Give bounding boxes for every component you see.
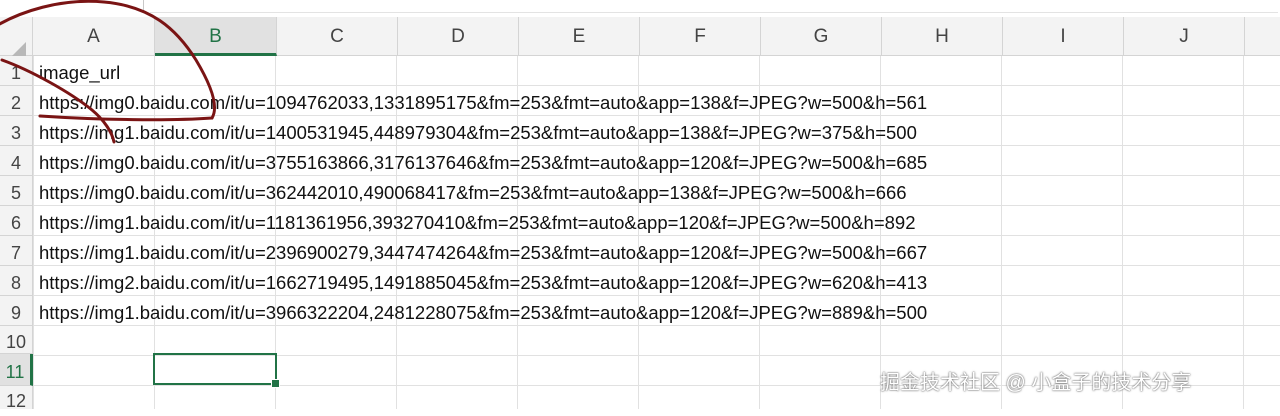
cell-a2[interactable]: https://img0.baidu.com/it/u=1094762033,1… [39,88,927,117]
cell-a1[interactable]: image_url [39,58,120,87]
row-header-8[interactable]: 8 [0,266,33,296]
row-header-9[interactable]: 9 [0,296,33,326]
active-cell-b11[interactable] [153,353,277,385]
cell-a3[interactable]: https://img1.baidu.com/it/u=1400531945,4… [39,118,917,147]
cell-a8[interactable]: https://img2.baidu.com/it/u=1662719495,1… [39,268,927,297]
column-header-a[interactable]: A [33,17,155,56]
row-header-3[interactable]: 3 [0,116,33,146]
row-header-12[interactable]: 12 [0,386,33,411]
name-box-edge[interactable] [143,0,144,12]
column-header-b[interactable]: B [155,17,277,56]
row-header-1[interactable]: 1 [0,56,33,86]
column-header-k[interactable] [1245,17,1280,56]
column-header-j[interactable]: J [1124,17,1245,56]
column-header-g[interactable]: G [761,17,882,56]
row-header-6[interactable]: 6 [0,206,33,236]
row-header-7[interactable]: 7 [0,236,33,266]
cell-a6[interactable]: https://img1.baidu.com/it/u=1181361956,3… [39,208,916,237]
watermark-text: 掘金技术社区 @ 小盒子的技术分享 [880,372,1192,394]
row-header-5[interactable]: 5 [0,176,33,206]
fill-handle[interactable] [271,379,280,388]
cell-a5[interactable]: https://img0.baidu.com/it/u=362442010,49… [39,178,907,207]
column-header-d[interactable]: D [398,17,519,56]
cell-a9[interactable]: https://img1.baidu.com/it/u=3966322204,2… [39,298,927,327]
row-header-10[interactable]: 10 [0,326,33,354]
column-header-c[interactable]: C [277,17,398,56]
column-header-i[interactable]: I [1003,17,1124,56]
cell-a4[interactable]: https://img0.baidu.com/it/u=3755163866,3… [39,148,927,177]
formula-input[interactable] [150,0,1278,13]
column-header-f[interactable]: F [640,17,761,56]
select-all-button[interactable] [0,17,33,62]
formula-bar [0,0,1280,18]
row-header-4[interactable]: 4 [0,146,33,176]
row-header-2[interactable]: 2 [0,86,33,116]
column-header-h[interactable]: H [882,17,1003,56]
row-header-11[interactable]: 11 [0,354,33,386]
cell-a7[interactable]: https://img1.baidu.com/it/u=2396900279,3… [39,238,927,267]
column-header-e[interactable]: E [519,17,640,56]
